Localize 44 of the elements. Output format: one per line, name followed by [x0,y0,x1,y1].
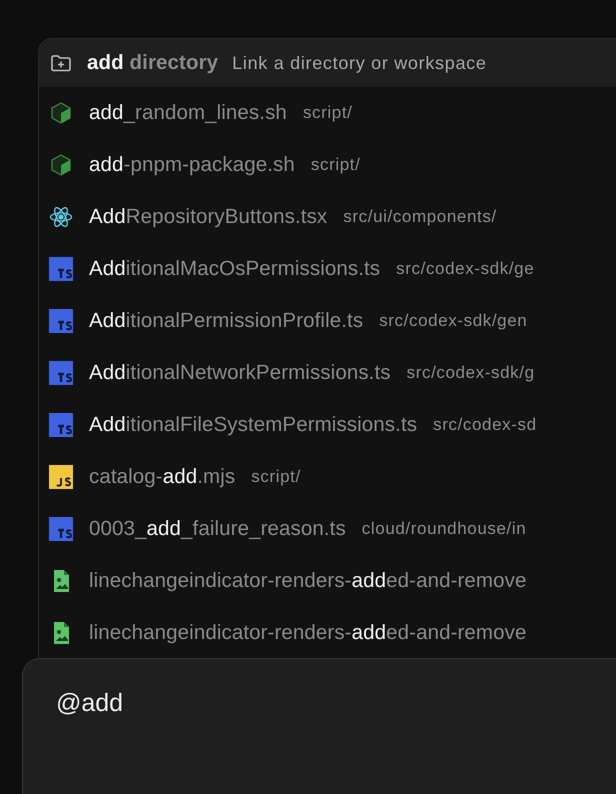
file-path: src/codex-sd [433,414,537,436]
file-name: AddRepositoryButtons.tsx [89,204,328,230]
file-name: add-pnpm-package.sh [89,152,295,178]
file-name: AdditionalFileSystemPermissions.ts [89,412,418,438]
typescript-icon [49,309,73,333]
composer-field[interactable]: @add [22,658,616,794]
file-result[interactable]: AdditionalPermissionProfile.ts src/codex-sdk/gen [39,295,616,347]
file-result[interactable]: AdditionalNetworkPermissions.ts src/codex-sdk/g [39,347,616,399]
file-name: AdditionalPermissionProfile.ts [89,308,364,334]
file-name: add_random_lines.sh [89,100,287,126]
file-path: script/ [251,466,301,488]
file-name: linechangeindicator-renders-added-and-remove [89,568,526,594]
file-result[interactable]: linechangeindicator-renders-added-and-remove [39,555,616,607]
file-result[interactable]: AdditionalMacOsPermissions.ts src/codex-sdk/ge [39,243,616,295]
typescript-icon [49,361,73,385]
file-path: src/codex-sdk/g [406,362,535,384]
file-path: src/codex-sdk/ge [396,258,534,280]
file-path: src/codex-sdk/gen [379,310,528,332]
file-result[interactable]: linechangeindicator-renders-added-and-remove [39,607,616,659]
shell-script-icon [49,101,73,125]
file-name: linechangeindicator-renders-added-and-remove [89,620,526,646]
file-result[interactable]: 0003_add_failure_reason.ts cloud/roundhouse/in [39,503,616,555]
file-result[interactable]: catalog-add.mjs script/ [39,451,616,503]
option-title: add directory [87,50,218,76]
typescript-icon [49,257,73,281]
file-path: script/ [310,154,360,176]
file-result[interactable]: add-pnpm-package.sh script/ [39,139,616,191]
option-description: Link a directory or workspace [232,52,487,75]
javascript-icon [49,465,73,489]
file-name: AdditionalMacOsPermissions.ts [89,256,380,282]
file-result[interactable]: AdditionalFileSystemPermissions.ts src/codex-sd [39,399,616,451]
file-path: script/ [302,102,352,124]
shell-script-icon [49,153,73,177]
file-result[interactable]: add_random_lines.sh script/ [39,87,616,139]
file-name: 0003_add_failure_reason.ts [89,516,346,542]
file-path: src/ui/components/ [343,206,497,228]
file-path: cloud/roundhouse/in [362,518,526,540]
directory-option[interactable]: add directory Link a directory or workspace [39,39,616,87]
file-result[interactable]: AddRepositoryButtons.tsx src/ui/components/ [39,191,616,243]
file-name: AdditionalNetworkPermissions.ts [89,360,391,386]
typescript-icon [49,413,73,437]
atom-icon [49,205,73,229]
typescript-icon [49,517,73,541]
file-name: catalog-add.mjs [89,464,236,490]
